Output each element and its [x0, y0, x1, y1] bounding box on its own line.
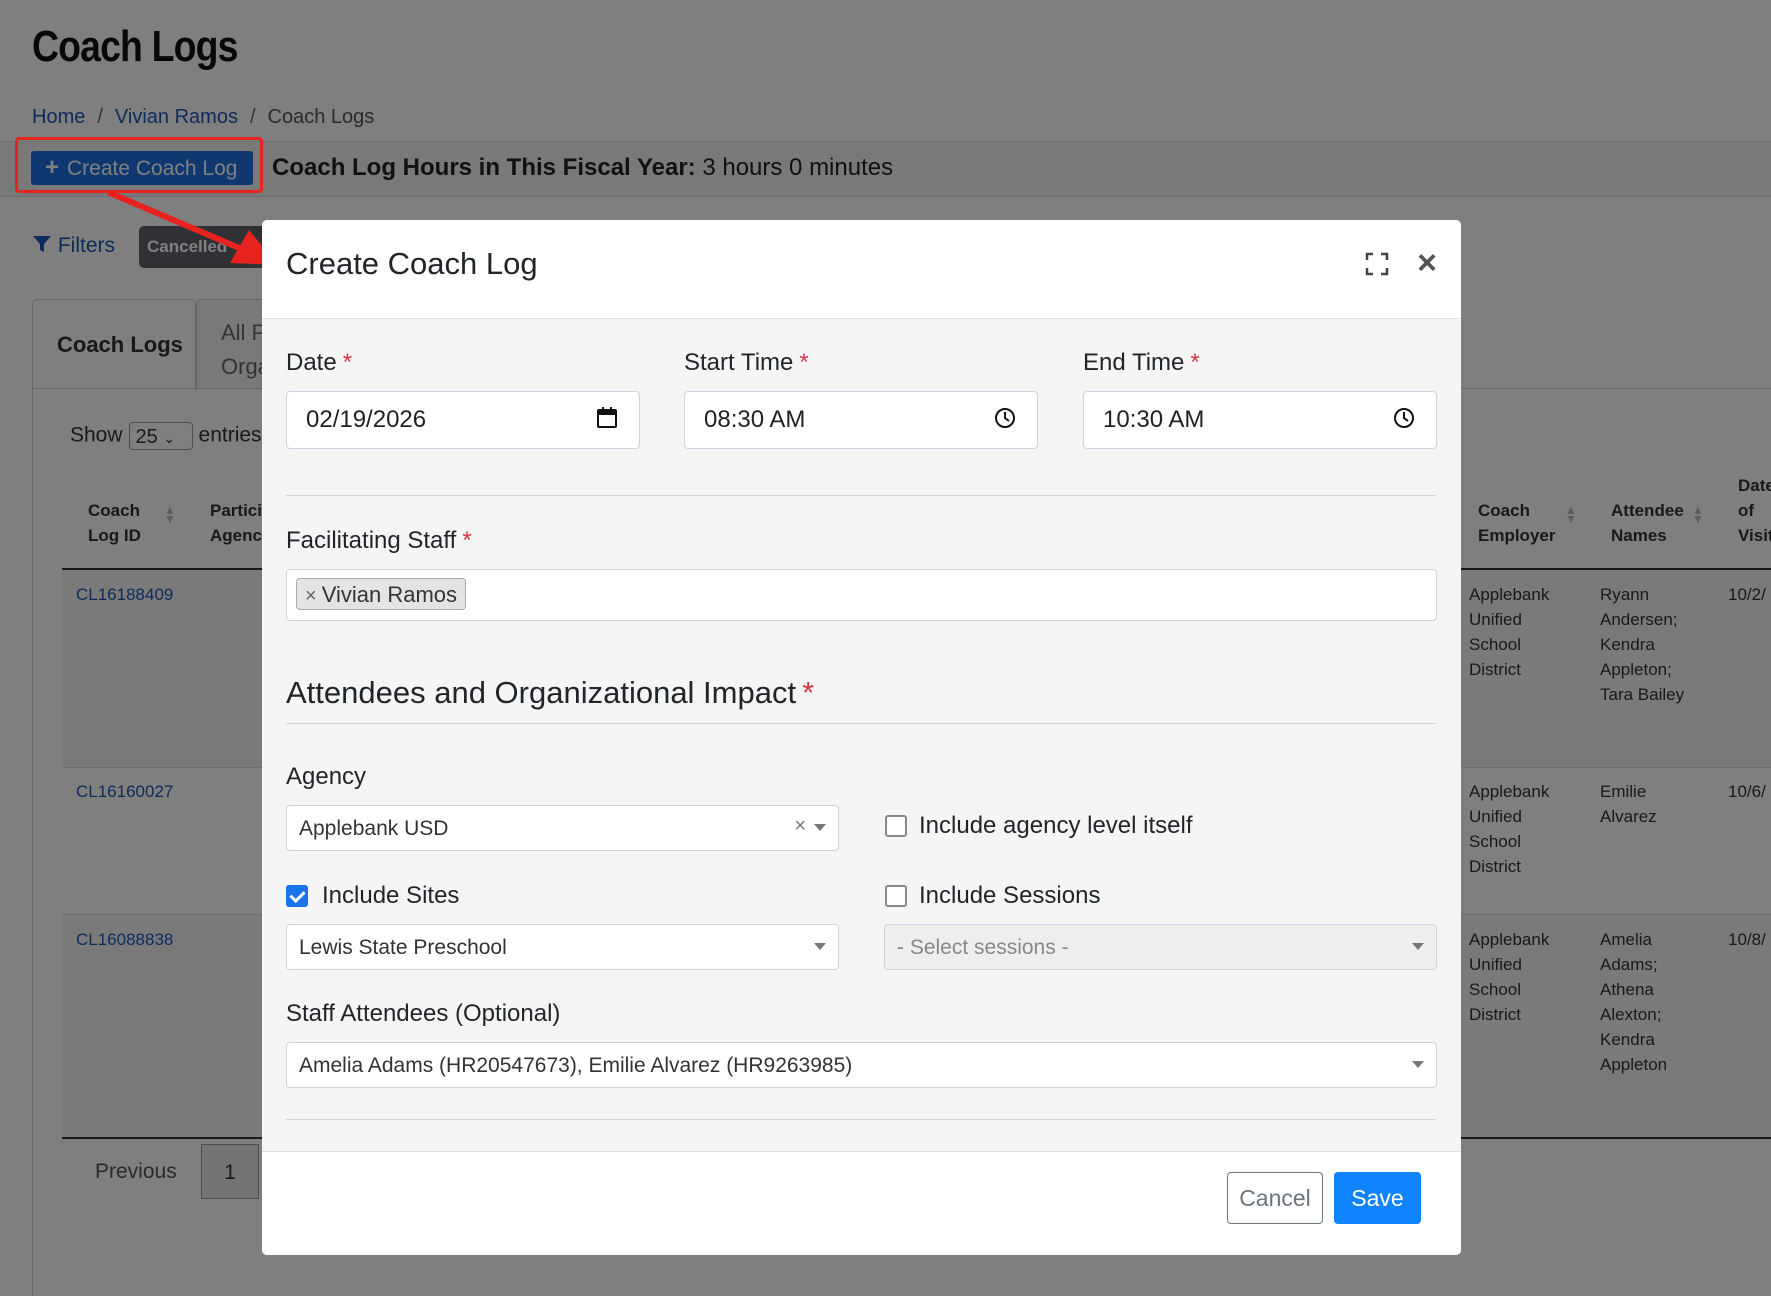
- agency-select[interactable]: Applebank USD ×: [286, 805, 839, 851]
- sessions-select[interactable]: - Select sessions -: [884, 924, 1437, 970]
- staff-attendees-label: Staff Attendees (Optional): [286, 1000, 561, 1027]
- end-time-label-text: End Time: [1083, 349, 1185, 376]
- start-time-value: 08:30 AM: [704, 406, 806, 433]
- start-time-label: Start Time *: [684, 349, 809, 377]
- start-time-label-text: Start Time: [684, 349, 794, 376]
- sites-select[interactable]: Lewis State Preschool: [286, 924, 839, 970]
- remove-tag-icon[interactable]: ×: [305, 585, 317, 607]
- clock-icon[interactable]: [993, 406, 1017, 430]
- agency-value: Applebank USD: [299, 817, 449, 840]
- date-label-text: Date: [286, 349, 337, 376]
- annotation-highlight-box: [15, 137, 263, 193]
- required-marker: *: [462, 527, 472, 554]
- caret-down-icon: [1412, 1061, 1424, 1068]
- section-divider: [286, 1119, 1436, 1120]
- end-time-field[interactable]: 10:30 AM: [1083, 391, 1437, 449]
- agency-label: Agency: [286, 763, 367, 790]
- modal-header: Create Coach Log ×: [262, 220, 1461, 319]
- section-divider: [286, 723, 1436, 724]
- sites-value: Lewis State Preschool: [299, 936, 507, 959]
- include-sessions-label: Include Sessions: [919, 882, 1101, 909]
- modal-title: Create Coach Log: [286, 246, 538, 281]
- include-agency-checkbox[interactable]: [885, 815, 907, 837]
- cancel-button[interactable]: Cancel: [1227, 1172, 1323, 1224]
- calendar-icon[interactable]: [595, 406, 619, 430]
- create-coach-log-modal: Create Coach Log × Date * 02/19/2026 Star…: [262, 220, 1461, 1255]
- date-value: 02/19/2026: [306, 406, 427, 433]
- date-field[interactable]: 02/19/2026: [286, 391, 640, 449]
- include-sessions-checkbox[interactable]: [885, 885, 907, 907]
- include-sites-checkbox[interactable]: [286, 885, 308, 907]
- include-agency-label: Include agency level itself: [919, 812, 1193, 839]
- clock-icon[interactable]: [1392, 406, 1416, 430]
- include-sites-label: Include Sites: [322, 882, 460, 909]
- staff-attendees-value: Amelia Adams (HR20547673), Emilie Alvare…: [299, 1054, 853, 1077]
- date-label: Date *: [286, 349, 352, 377]
- required-marker: *: [342, 349, 353, 376]
- attendees-section-title-text: Attendees and Organizational Impact: [286, 675, 797, 710]
- staff-tag: × Vivian Ramos: [296, 578, 467, 610]
- required-marker: *: [802, 675, 815, 710]
- modal-body: Date * 02/19/2026 Start Time * 08:30 AM En…: [262, 319, 1461, 1151]
- caret-down-icon: [814, 824, 826, 831]
- start-time-field[interactable]: 08:30 AM: [684, 391, 1038, 449]
- facilitating-staff-label: Facilitating Staff *: [286, 527, 472, 555]
- close-icon[interactable]: ×: [1412, 246, 1442, 280]
- caret-down-icon: [814, 943, 826, 950]
- section-divider: [286, 495, 1436, 496]
- save-button[interactable]: Save: [1334, 1172, 1421, 1224]
- expand-icon[interactable]: [1365, 252, 1389, 276]
- required-marker: *: [1190, 349, 1200, 376]
- modal-footer: Cancel Save: [262, 1151, 1461, 1255]
- sessions-placeholder: - Select sessions -: [897, 936, 1069, 959]
- required-marker: *: [799, 349, 809, 376]
- staff-attendees-select[interactable]: Amelia Adams (HR20547673), Emilie Alvare…: [286, 1042, 1437, 1088]
- caret-down-icon: [1412, 943, 1424, 950]
- clear-icon[interactable]: ×: [794, 815, 806, 838]
- staff-tag-label: Vivian Ramos: [321, 582, 458, 607]
- end-time-value: 10:30 AM: [1103, 406, 1205, 433]
- facilitating-staff-multiselect[interactable]: × Vivian Ramos: [286, 569, 1437, 621]
- attendees-section-title: Attendees and Organizational Impact *: [286, 675, 814, 711]
- facilitating-staff-label-text: Facilitating Staff: [286, 527, 457, 554]
- end-time-label: End Time *: [1083, 349, 1200, 377]
